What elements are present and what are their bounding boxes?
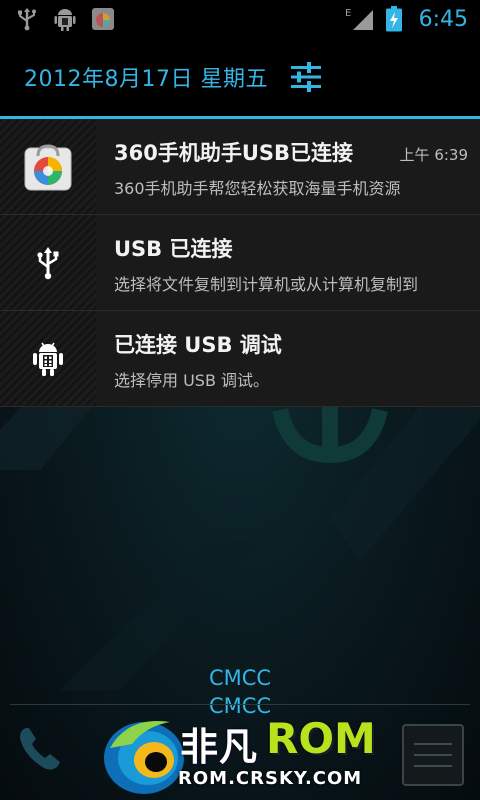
signal-e-icon: E — [345, 6, 375, 32]
notification-title: USB 已连接 — [114, 237, 233, 261]
carrier-label: CMCC — [208, 666, 272, 690]
notification-list: 360手机助手USB已连接 上午 6:39 360手机助手帮您轻松获取海量手机资… — [0, 119, 480, 407]
notification-body: USB 已连接 选择将文件复制到计算机或从计算机复制到 — [96, 215, 480, 310]
360-assistant-icon — [24, 143, 72, 190]
bottom-divider — [10, 704, 470, 705]
quick-settings-button[interactable] — [282, 53, 330, 101]
svg-text:E: E — [345, 8, 351, 19]
notification-time: 上午 6:39 — [399, 146, 468, 164]
watermark-brand-rom: ROM — [266, 714, 376, 763]
android-debug-icon — [33, 342, 63, 376]
360-app-icon — [90, 6, 116, 32]
quick-settings-tile-icon[interactable] — [402, 724, 464, 786]
usb-icon — [37, 246, 59, 279]
status-bar-system-icons: E 6:45 — [345, 0, 480, 38]
status-bar: E 6:45 — [0, 0, 480, 38]
watermark-logo: 非凡 ROM ROM.CRSKY.COM — [98, 708, 388, 798]
notification-text: 选择将文件复制到计算机或从计算机复制到 — [114, 275, 419, 294]
notification-body: 360手机助手USB已连接 上午 6:39 360手机助手帮您轻松获取海量手机资… — [96, 119, 480, 214]
notification-icon-container — [0, 119, 96, 214]
notification-title-row: 360手机助手USB已连接 上午 6:39 — [114, 137, 468, 167]
usb-icon — [14, 6, 40, 32]
notification-title: 已连接 USB 调试 — [114, 333, 282, 357]
notification-icon-container — [0, 311, 96, 406]
notification-text: 360手机助手帮您轻松获取海量手机资源 — [114, 179, 401, 198]
notification-title-row: 已连接 USB 调试 — [114, 329, 468, 359]
notification-usb-debugging[interactable]: 已连接 USB 调试 选择停用 USB 调试。 — [0, 311, 480, 407]
android-debug-icon — [52, 6, 78, 32]
notification-body: 已连接 USB 调试 选择停用 USB 调试。 — [96, 311, 480, 406]
notification-icon-container — [0, 215, 96, 310]
notification-360-assistant[interactable]: 360手机助手USB已连接 上午 6:39 360手机助手帮您轻松获取海量手机资… — [0, 119, 480, 215]
notification-usb-connected[interactable]: USB 已连接 选择将文件复制到计算机或从计算机复制到 — [0, 215, 480, 311]
notification-text: 选择停用 USB 调试。 — [114, 371, 270, 390]
status-bar-clock: 6:45 — [418, 6, 468, 32]
watermark-brand-cn: 非凡 — [180, 725, 259, 769]
notification-header: 2012年8月17日 星期五 — [0, 38, 480, 116]
phone-icon[interactable] — [14, 720, 70, 776]
status-bar-notification-icons — [0, 0, 116, 38]
notification-title: 360手机助手USB已连接 — [114, 141, 354, 165]
notification-title-row: USB 已连接 — [114, 233, 468, 263]
battery-charging-icon — [381, 6, 407, 32]
quick-settings-icon — [290, 62, 321, 92]
date-label: 2012年8月17日 星期五 — [24, 67, 268, 92]
watermark-url: ROM.CRSKY.COM — [178, 768, 363, 789]
